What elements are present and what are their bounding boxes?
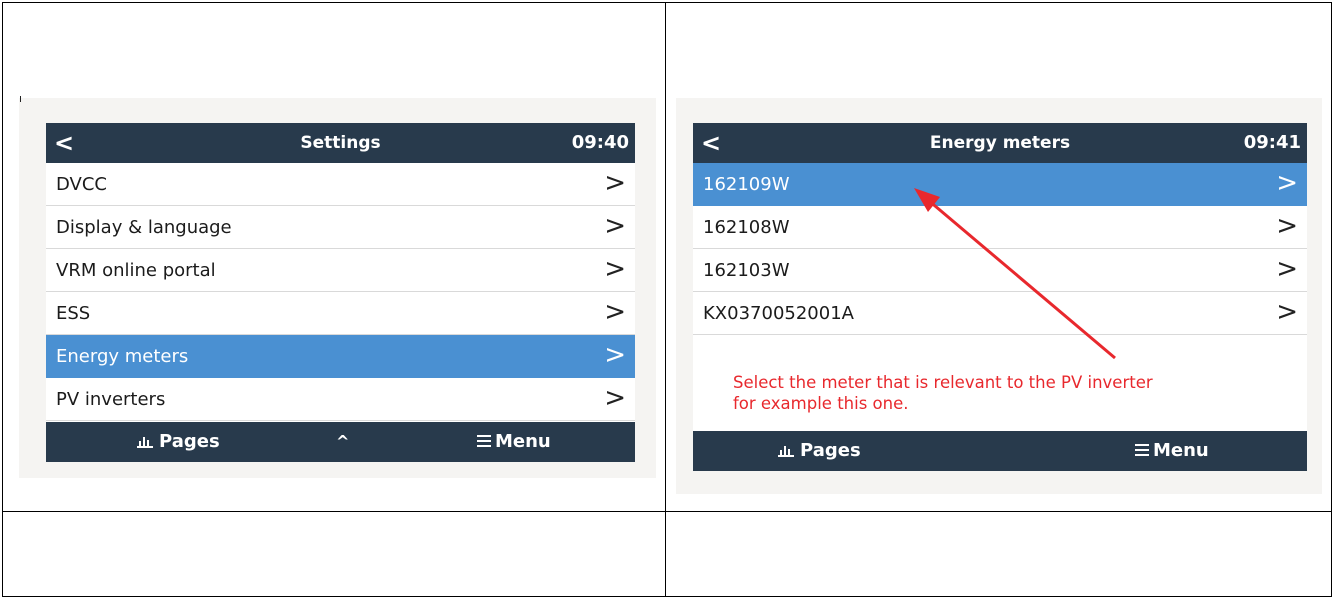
settings-screen: < Settings 09:40 DVCC > Display & langua… bbox=[46, 123, 635, 462]
meter-item-label: 162108W bbox=[703, 217, 790, 238]
menu-item-display-language[interactable]: Display & language > bbox=[46, 206, 635, 249]
table-cell-bottom-right bbox=[665, 511, 1332, 597]
menu-item-vrm-online-portal[interactable]: VRM online portal > bbox=[46, 249, 635, 292]
chevron-right-icon: > bbox=[1276, 254, 1298, 284]
energy-meters-screen: < Energy meters 09:41 162109W > 162108W … bbox=[693, 123, 1307, 471]
meter-item-162109w[interactable]: 162109W > bbox=[693, 163, 1307, 206]
chevron-right-icon: > bbox=[1276, 211, 1298, 241]
meter-item-162103w[interactable]: 162103W > bbox=[693, 249, 1307, 292]
chevron-right-icon: > bbox=[604, 340, 626, 370]
clock: 09:41 bbox=[1243, 132, 1301, 153]
bar-chart-icon bbox=[778, 444, 794, 457]
page-title: Settings bbox=[300, 133, 381, 153]
table-cell-bottom-left bbox=[2, 511, 666, 597]
chevron-up-icon[interactable]: ^ bbox=[336, 432, 349, 451]
menu-item-label: Display & language bbox=[56, 217, 232, 238]
pages-button[interactable]: Pages bbox=[137, 431, 220, 452]
chevron-right-icon: > bbox=[1276, 297, 1298, 327]
pages-label: Pages bbox=[159, 431, 220, 452]
meter-item-kx0370052001a[interactable]: KX0370052001A > bbox=[693, 292, 1307, 335]
menu-item-dvcc[interactable]: DVCC > bbox=[46, 163, 635, 206]
menu-item-ess[interactable]: ESS > bbox=[46, 292, 635, 335]
hamburger-menu-icon bbox=[1135, 444, 1149, 456]
pages-label: Pages bbox=[800, 440, 861, 461]
settings-header: < Settings 09:40 bbox=[46, 123, 635, 163]
menu-button[interactable]: Menu bbox=[1135, 440, 1209, 461]
hamburger-menu-icon bbox=[477, 435, 491, 447]
page-title: Energy meters bbox=[929, 133, 1071, 153]
menu-label: Menu bbox=[1153, 440, 1209, 461]
menu-item-label: PV inverters bbox=[56, 389, 166, 410]
chevron-right-icon: > bbox=[604, 383, 626, 413]
menu-button[interactable]: Menu bbox=[477, 431, 551, 452]
menu-item-label: DVCC bbox=[56, 174, 107, 195]
chevron-right-icon: > bbox=[604, 254, 626, 284]
menu-item-label: ESS bbox=[56, 303, 91, 324]
meter-item-label: 162109W bbox=[703, 174, 790, 195]
menu-item-label: Energy meters bbox=[56, 346, 189, 367]
energy-meters-footer: Pages Menu bbox=[693, 431, 1307, 471]
clock: 09:40 bbox=[571, 132, 629, 153]
menu-item-energy-meters[interactable]: Energy meters > bbox=[46, 335, 635, 378]
meter-item-label: KX0370052001A bbox=[703, 303, 854, 324]
settings-footer: Pages ^ Menu bbox=[46, 422, 635, 462]
chevron-right-icon: > bbox=[604, 297, 626, 327]
meter-item-162108w[interactable]: 162108W > bbox=[693, 206, 1307, 249]
corner-mark bbox=[20, 96, 21, 102]
menu-item-pv-inverters[interactable]: PV inverters > bbox=[46, 378, 635, 421]
menu-item-label: VRM online portal bbox=[56, 260, 216, 281]
annotation-text: Select the meter that is relevant to the… bbox=[733, 372, 1153, 414]
annotation-line-1: Select the meter that is relevant to the… bbox=[733, 373, 1153, 392]
annotation-line-2: for example this one. bbox=[733, 394, 909, 413]
pages-button[interactable]: Pages bbox=[778, 440, 861, 461]
chevron-right-icon: > bbox=[604, 168, 626, 198]
meter-item-label: 162103W bbox=[703, 260, 790, 281]
bar-chart-icon bbox=[137, 435, 153, 448]
chevron-right-icon: > bbox=[1276, 168, 1298, 198]
menu-label: Menu bbox=[495, 431, 551, 452]
chevron-right-icon: > bbox=[604, 211, 626, 241]
energy-meters-header: < Energy meters 09:41 bbox=[693, 123, 1307, 163]
